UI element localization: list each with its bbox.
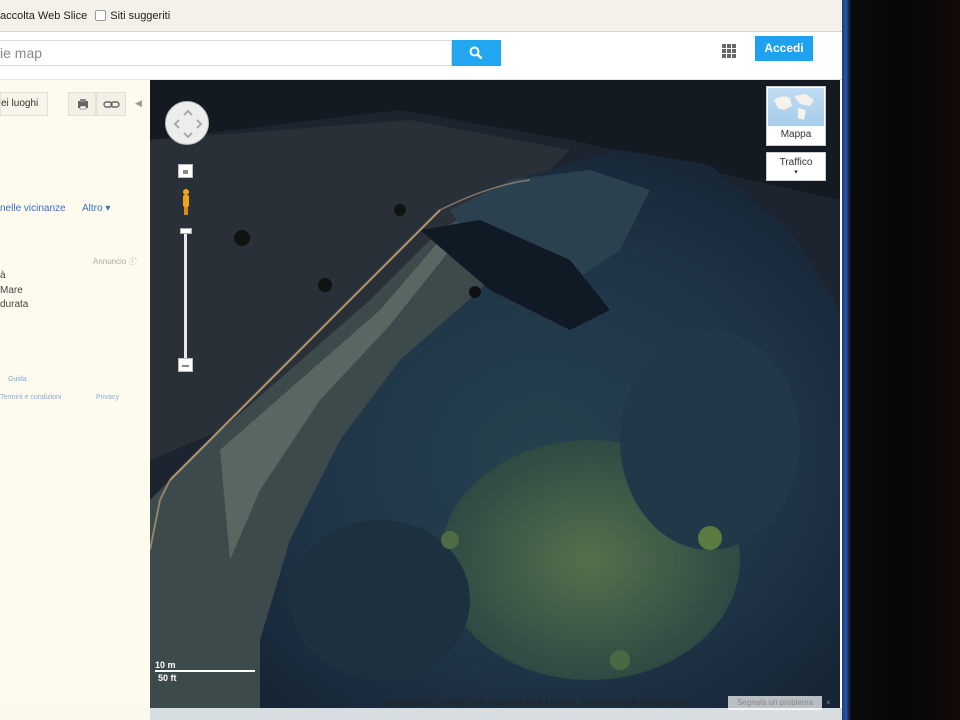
sidebar-text-line: à xyxy=(0,270,6,281)
page-icon xyxy=(95,10,107,21)
map-thumbnail xyxy=(768,88,824,126)
map-scale: 10 m 50 ft xyxy=(155,660,255,684)
traffic-button[interactable]: Traffico ▾ xyxy=(766,152,826,181)
zoom-out-button[interactable] xyxy=(178,358,193,372)
search-icon xyxy=(469,46,483,60)
report-problem-link[interactable]: Segnala un problema xyxy=(728,696,822,710)
chevron-down-icon: ▾ xyxy=(102,203,111,214)
guide-link[interactable]: Guida xyxy=(8,376,27,383)
scale-bar xyxy=(155,670,255,672)
favorite-web-slice[interactable]: accolta Web Slice xyxy=(0,10,87,22)
privacy-link[interactable]: Privacy xyxy=(96,394,119,401)
collapse-panel-icon[interactable]: ◀ xyxy=(135,98,142,109)
suggested-sites-label: Siti suggeriti xyxy=(110,9,171,22)
print-button[interactable] xyxy=(68,92,96,116)
search-input[interactable] xyxy=(0,40,452,66)
plus-icon xyxy=(183,170,188,174)
more-dropdown[interactable]: Altro ▾ xyxy=(82,203,110,214)
satellite-imagery xyxy=(150,80,840,708)
panel-bottom xyxy=(0,708,150,720)
close-icon[interactable]: × xyxy=(826,698,831,707)
signin-button[interactable]: Accedi xyxy=(755,36,813,61)
search-button[interactable] xyxy=(452,40,501,66)
more-label: Altro xyxy=(82,203,103,214)
satellite-map[interactable]: Mappa Traffico ▾ 10 m 50 ft xyxy=(150,80,840,708)
maps-header: Accedi xyxy=(0,32,842,80)
scale-metric-label: 10 m xyxy=(155,660,176,670)
left-panel: ei luoghi ◀ nelle vicinanze Altro ▾ Annu… xyxy=(0,80,150,720)
pegman-icon[interactable] xyxy=(180,187,192,217)
sponsored-label: Annuncio ⓘ xyxy=(93,256,137,267)
map-type-label: Mappa xyxy=(780,129,812,140)
zoom-slider-handle[interactable] xyxy=(180,228,192,234)
my-places-button[interactable]: ei luoghi xyxy=(0,92,48,116)
sidebar-text-line: durata xyxy=(0,299,29,310)
favorite-suggested-sites[interactable]: Siti suggeriti xyxy=(95,10,170,22)
map-type-button[interactable]: Mappa xyxy=(766,86,826,146)
sponsored-text: Annuncio xyxy=(93,257,127,266)
minus-icon xyxy=(182,365,189,367)
terms-link[interactable]: Termini e condizioni xyxy=(0,394,61,401)
link-button[interactable] xyxy=(96,92,126,116)
zoom-in-button[interactable] xyxy=(178,164,193,178)
link-icon xyxy=(103,101,120,108)
pan-control[interactable] xyxy=(165,101,209,145)
sidebar-text-line: Mare xyxy=(0,285,23,296)
favorites-bar: accolta Web Slice Siti suggeriti xyxy=(0,0,842,32)
monitor-bezel xyxy=(842,0,960,720)
scale-imperial-label: 50 ft xyxy=(158,673,177,683)
traffic-label: Traffico xyxy=(779,157,813,168)
browser-window: accolta Web Slice Siti suggeriti Accedi … xyxy=(0,0,842,720)
chevron-down-icon: ▾ xyxy=(794,169,798,176)
info-icon[interactable]: ⓘ xyxy=(129,257,137,266)
map-attribution: Immagini ©2013 GRAFCAN, Map data ©2013 G… xyxy=(385,698,684,707)
zoom-slider-track[interactable] xyxy=(184,228,187,366)
world-map-icon xyxy=(774,94,814,120)
printer-icon xyxy=(78,99,88,110)
pan-arrows-icon xyxy=(173,109,203,139)
web-slice-label: accolta Web Slice xyxy=(0,9,88,22)
nearby-link[interactable]: nelle vicinanze xyxy=(0,203,66,214)
apps-grid-icon[interactable] xyxy=(722,44,736,58)
